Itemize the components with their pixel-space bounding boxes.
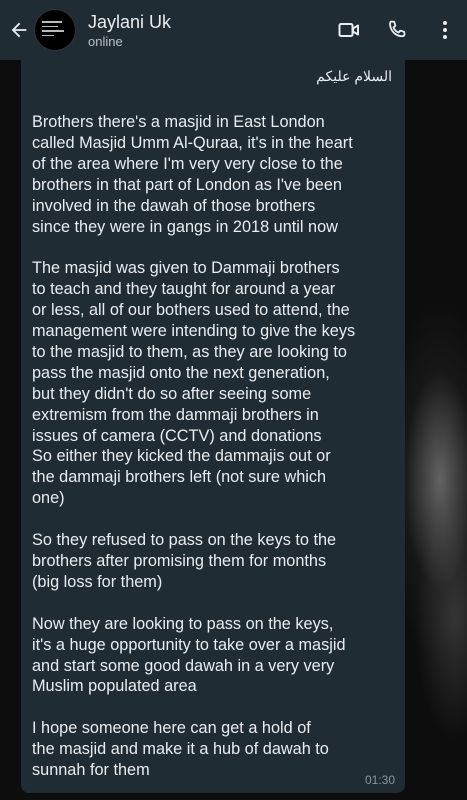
chat-header: Jaylani Uk online (0, 0, 467, 60)
more-vert-icon[interactable] (431, 16, 459, 44)
message-bubble[interactable]: السلام عليكم Brothers there's a masjid i… (21, 60, 405, 793)
message-paragraph: Now they are looking to pass on the keys… (32, 614, 346, 696)
header-actions (335, 16, 459, 44)
message-paragraph: The masjid was given to Dammaji brothers… (32, 259, 356, 508)
contact-info[interactable]: Jaylani Uk online (88, 11, 335, 50)
message-time: 01:30 (364, 773, 395, 787)
avatar-image (42, 21, 64, 39)
message-paragraph: So they refused to pass on the keys to t… (32, 531, 337, 591)
message-greeting: السلام عليكم (316, 68, 392, 84)
message-body: Brothers there's a masjid in East London… (32, 112, 395, 781)
phone-icon[interactable] (383, 16, 411, 44)
contact-status: online (88, 33, 123, 49)
avatar[interactable] (34, 9, 76, 51)
message-paragraph: Brothers there's a masjid in East London… (32, 113, 353, 236)
contact-name: Jaylani Uk (88, 11, 172, 32)
message-paragraph: I hope someone here can get a hold of th… (32, 719, 329, 780)
video-call-icon[interactable] (335, 16, 363, 44)
back-arrow-icon[interactable] (6, 17, 32, 43)
